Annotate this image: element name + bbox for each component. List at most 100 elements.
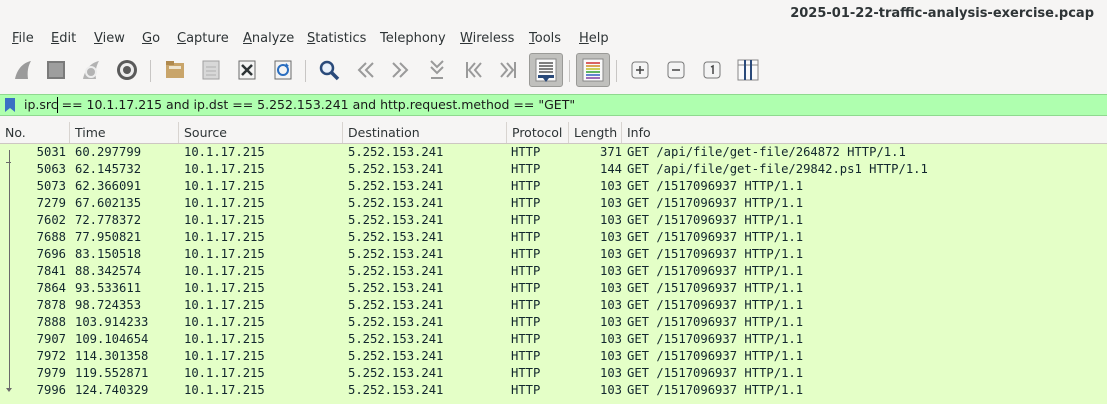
menu-telephony[interactable]: Telephony bbox=[380, 31, 446, 46]
packet-protocol: HTTP bbox=[511, 162, 541, 176]
auto-scroll-button[interactable] bbox=[529, 53, 563, 87]
packet-row[interactable]: 5031 60.297799 10.1.17.215 5.252.153.241 HTT… bbox=[0, 144, 1107, 161]
capture-options-button[interactable] bbox=[112, 54, 142, 86]
packet-row[interactable]: 7864 93.533611 10.1.17.215 5.252.153.241 HTT… bbox=[0, 280, 1107, 297]
go-back-button[interactable] bbox=[350, 54, 380, 86]
normal-size-button[interactable] bbox=[697, 54, 727, 86]
packet-info: GET /api/file/get-file/29842.ps1 HTTP/1.… bbox=[627, 162, 928, 176]
menu-help[interactable]: Help bbox=[579, 31, 609, 46]
last-packet-button[interactable] bbox=[494, 54, 524, 86]
display-filter-bar[interactable]: ip.src == 10.1.17.215 and ip.dst == 5.25… bbox=[0, 94, 1107, 116]
reload-file-button[interactable] bbox=[268, 54, 298, 86]
bookmark-icon[interactable] bbox=[5, 98, 15, 112]
packet-source: 10.1.17.215 bbox=[184, 366, 265, 380]
zoom-in-button[interactable] bbox=[625, 54, 655, 86]
packet-time: 109.104654 bbox=[75, 332, 149, 346]
close-file-button[interactable] bbox=[232, 54, 262, 86]
packet-row[interactable]: 7841 88.342574 10.1.17.215 5.252.153.241 HTT… bbox=[0, 263, 1107, 280]
packet-length: 103 bbox=[599, 247, 622, 261]
go-forward-icon bbox=[392, 62, 409, 78]
packet-length: 103 bbox=[599, 179, 622, 193]
resize-columns-icon bbox=[737, 59, 759, 81]
go-to-packet-button[interactable] bbox=[422, 54, 452, 86]
find-packet-button[interactable] bbox=[314, 54, 344, 86]
zoom-out-button[interactable] bbox=[661, 54, 691, 86]
packet-length: 103 bbox=[599, 213, 622, 227]
packet-row[interactable]: 7888 103.914233 10.1.17.215 5.252.153.241 HT… bbox=[0, 314, 1107, 331]
menu-wireless[interactable]: Wireless bbox=[460, 31, 514, 46]
open-file-icon bbox=[166, 61, 184, 78]
colorize-icon bbox=[582, 58, 604, 82]
packet-length: 103 bbox=[599, 383, 622, 397]
packet-source: 10.1.17.215 bbox=[184, 264, 265, 278]
column-header-source[interactable]: Source bbox=[179, 122, 343, 143]
menu-view[interactable]: View bbox=[94, 31, 125, 46]
packet-time: 67.602135 bbox=[75, 196, 142, 210]
related-packets-arrow bbox=[6, 388, 12, 392]
packet-protocol: HTTP bbox=[511, 179, 541, 193]
menu-edit[interactable]: Edit bbox=[51, 31, 76, 46]
menu-tools[interactable]: Tools bbox=[529, 31, 561, 46]
restart-capture-icon bbox=[83, 61, 99, 79]
first-packet-button[interactable] bbox=[458, 54, 488, 86]
packet-length: 103 bbox=[599, 332, 622, 346]
restart-capture-button[interactable] bbox=[76, 54, 106, 86]
packet-source: 10.1.17.215 bbox=[184, 383, 265, 397]
main-toolbar bbox=[0, 52, 1107, 90]
packet-info: GET /1517096937 HTTP/1.1 bbox=[627, 383, 804, 397]
start-capture-button[interactable] bbox=[8, 54, 38, 86]
menu-analyze[interactable]: Analyze bbox=[243, 31, 294, 46]
save-file-button[interactable] bbox=[196, 54, 226, 86]
column-header-info[interactable]: Info bbox=[622, 122, 1107, 143]
packet-length: 144 bbox=[599, 162, 622, 176]
packet-length: 103 bbox=[599, 298, 622, 312]
packet-row[interactable]: 5073 62.366091 10.1.17.215 5.252.153.241 HTT… bbox=[0, 178, 1107, 195]
menu-capture[interactable]: Capture bbox=[177, 31, 229, 46]
packet-row[interactable]: 7696 83.150518 10.1.17.215 5.252.153.241 HTT… bbox=[0, 246, 1107, 263]
display-filter-input[interactable]: ip.src == 10.1.17.215 and ip.dst == 5.25… bbox=[24, 97, 575, 112]
column-header-time[interactable]: Time bbox=[70, 122, 179, 143]
window-title: 2025-01-22-traffic-analysis-exercise.pca… bbox=[790, 6, 1094, 21]
packet-info: GET /1517096937 HTTP/1.1 bbox=[627, 315, 804, 329]
packet-length: 103 bbox=[599, 366, 622, 380]
stop-capture-button[interactable] bbox=[41, 54, 71, 86]
find-packet-icon bbox=[319, 60, 340, 81]
packet-info: GET /1517096937 HTTP/1.1 bbox=[627, 196, 804, 210]
packet-info: GET /1517096937 HTTP/1.1 bbox=[627, 230, 804, 244]
packet-protocol: HTTP bbox=[511, 145, 541, 159]
packet-source: 10.1.17.215 bbox=[184, 281, 265, 295]
packet-row[interactable]: 7878 98.724353 10.1.17.215 5.252.153.241 HTT… bbox=[0, 297, 1107, 314]
column-header-destination[interactable]: Destination bbox=[343, 122, 507, 143]
go-to-packet-icon bbox=[430, 60, 444, 79]
packet-time: 88.342574 bbox=[75, 264, 142, 278]
menu-go[interactable]: Go bbox=[142, 31, 160, 46]
packet-list[interactable]: 5031 60.297799 10.1.17.215 5.252.153.241 HTT… bbox=[0, 144, 1107, 404]
packet-source: 10.1.17.215 bbox=[184, 213, 265, 227]
packet-destination: 5.252.153.241 bbox=[348, 196, 444, 210]
zoom-in-icon bbox=[631, 61, 649, 79]
packet-source: 10.1.17.215 bbox=[184, 145, 265, 159]
column-header-protocol[interactable]: Protocol bbox=[507, 122, 569, 143]
packet-row[interactable]: 7907 109.104654 10.1.17.215 5.252.153.241 HT… bbox=[0, 331, 1107, 348]
packet-row[interactable]: 5063 62.145732 10.1.17.215 5.252.153.241 HTT… bbox=[0, 161, 1107, 178]
packet-row[interactable]: 7688 77.950821 10.1.17.215 5.252.153.241 HTT… bbox=[0, 229, 1107, 246]
packet-row[interactable]: 7972 114.301358 10.1.17.215 5.252.153.241 HT… bbox=[0, 348, 1107, 365]
colorize-button[interactable] bbox=[576, 53, 610, 87]
column-header-no[interactable]: No. bbox=[0, 122, 70, 143]
packet-protocol: HTTP bbox=[511, 298, 541, 312]
menu-statistics[interactable]: Statistics bbox=[307, 31, 366, 46]
packet-source: 10.1.17.215 bbox=[184, 298, 265, 312]
resize-columns-button[interactable] bbox=[733, 54, 763, 86]
go-forward-button[interactable] bbox=[386, 54, 416, 86]
packet-destination: 5.252.153.241 bbox=[348, 383, 444, 397]
packet-length: 371 bbox=[599, 145, 622, 159]
packet-row[interactable]: 7602 72.778372 10.1.17.215 5.252.153.241 HTT… bbox=[0, 212, 1107, 229]
packet-row[interactable]: 7979 119.552871 10.1.17.215 5.252.153.241 HT… bbox=[0, 365, 1107, 382]
packet-row[interactable]: 7279 67.602135 10.1.17.215 5.252.153.241 HTT… bbox=[0, 195, 1107, 212]
menu-file[interactable]: File bbox=[12, 31, 34, 46]
column-header-length[interactable]: Length bbox=[569, 122, 622, 143]
packet-row[interactable]: 7996 124.740329 10.1.17.215 5.252.153.241 HT… bbox=[0, 382, 1107, 399]
open-file-button[interactable] bbox=[160, 54, 190, 86]
packet-destination: 5.252.153.241 bbox=[348, 162, 444, 176]
packet-info: GET /1517096937 HTTP/1.1 bbox=[627, 298, 804, 312]
